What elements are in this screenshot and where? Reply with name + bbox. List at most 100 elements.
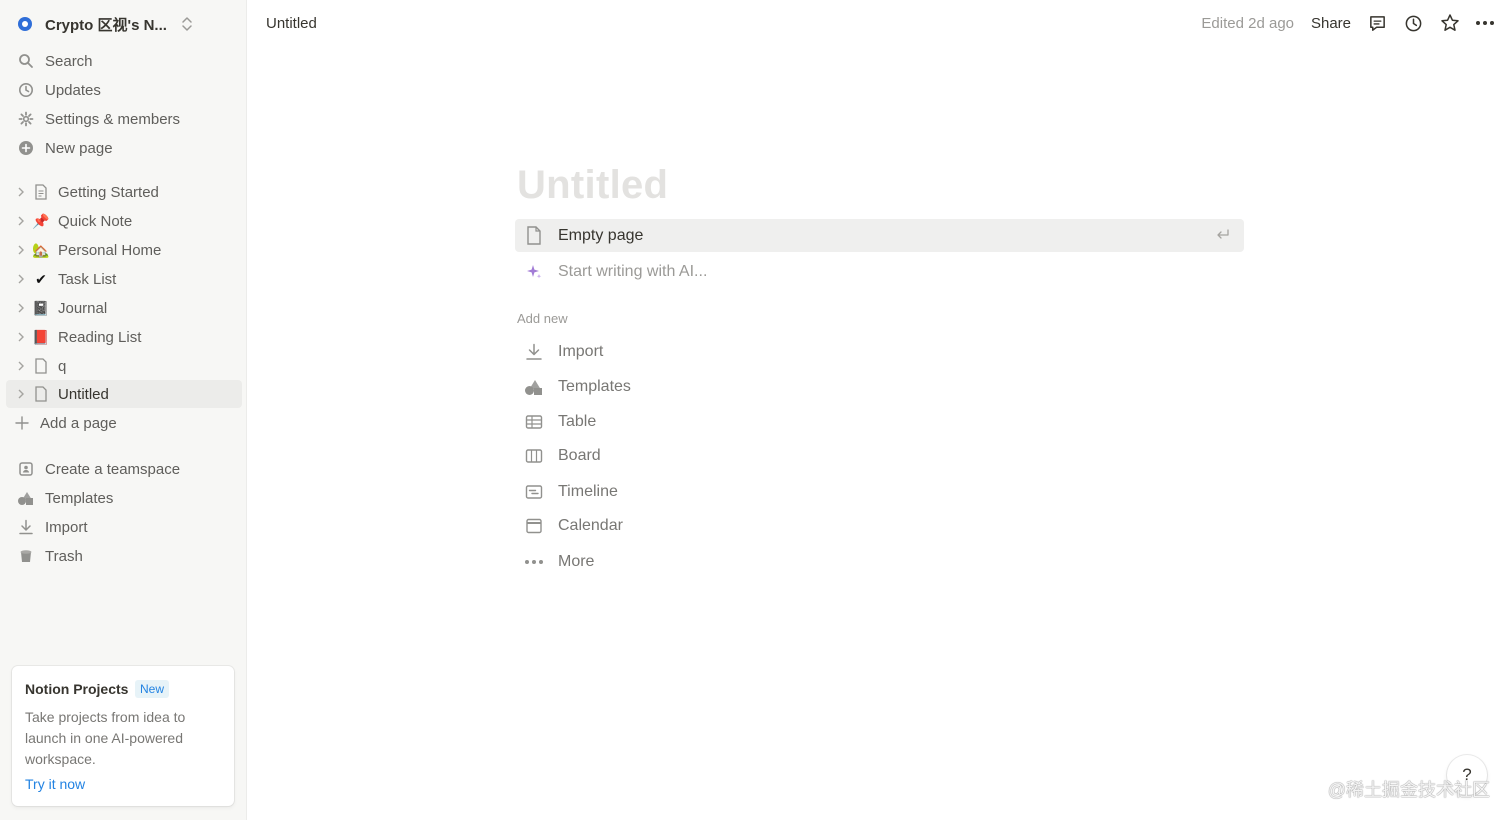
page-label: Getting Started — [58, 183, 159, 201]
board-icon — [523, 445, 545, 467]
calendar-icon — [523, 515, 545, 537]
promo-description: Take projects from idea to launch in one… — [25, 709, 186, 767]
empty-page-label: Empty page — [558, 226, 644, 244]
page-label: Journal — [58, 299, 108, 317]
sidebar-new-page[interactable]: New page — [10, 134, 236, 162]
chevron-right-icon[interactable] — [14, 359, 28, 373]
ai-writing-label: Start writing with AI... — [558, 262, 708, 280]
history-icon[interactable] — [1402, 12, 1424, 34]
chevron-right-icon[interactable] — [14, 330, 28, 344]
table-label: Table — [558, 413, 597, 430]
share-button[interactable]: Share — [1311, 15, 1351, 32]
sidebar-settings-label: Settings & members — [45, 110, 181, 128]
pushpin-icon: 📌 — [32, 212, 50, 229]
templates-label: Templates — [558, 378, 631, 395]
clock-icon — [17, 81, 35, 99]
page-label: Quick Note — [58, 212, 133, 230]
star-icon[interactable] — [1439, 12, 1461, 34]
house-icon: 🏡 — [32, 241, 50, 258]
add-new-timeline[interactable]: Timeline — [515, 477, 815, 507]
add-new-calendar[interactable]: Calendar — [515, 511, 815, 541]
timeline-icon — [523, 481, 545, 503]
chevron-right-icon[interactable] — [14, 301, 28, 315]
sidebar-page-journal[interactable]: 📓 Journal — [6, 294, 242, 322]
add-page-label: Add a page — [40, 414, 117, 432]
sidebar-page-task-list[interactable]: ✔ Task List — [6, 265, 242, 293]
sidebar: Crypto 区视's N... Search Updates Settings… — [0, 0, 247, 820]
sparkle-icon — [523, 261, 545, 283]
sidebar-create-teamspace[interactable]: Create a teamspace — [10, 455, 236, 483]
page-label: Reading List — [58, 328, 142, 346]
sidebar-page-q[interactable]: q — [6, 352, 242, 380]
sidebar-import[interactable]: Import — [10, 513, 236, 541]
create-teamspace-label: Create a teamspace — [45, 460, 181, 478]
trash-icon — [17, 547, 35, 565]
search-icon — [17, 52, 35, 70]
chevron-right-icon[interactable] — [14, 185, 28, 199]
chevron-right-icon[interactable] — [14, 214, 28, 228]
add-new-table[interactable]: Table — [515, 407, 815, 437]
workspace-switcher[interactable]: Crypto 区视's N... — [10, 9, 196, 39]
watermark: @稀土掘金技术社区 — [1327, 780, 1490, 800]
page-icon — [32, 183, 50, 201]
checkmark-icon: ✔ — [35, 270, 47, 287]
page-label: Personal Home — [58, 241, 162, 259]
table-icon — [523, 411, 545, 433]
chevron-right-icon[interactable] — [14, 272, 28, 286]
promo-title: Notion Projects — [25, 681, 129, 697]
teamspace-icon — [17, 460, 35, 478]
ai-writing-option[interactable]: Start writing with AI... — [515, 255, 1244, 288]
add-new-heading: Add new — [517, 311, 568, 326]
sidebar-templates[interactable]: Templates — [10, 484, 236, 512]
add-new-more[interactable]: More — [515, 547, 815, 577]
breadcrumb[interactable]: Untitled — [266, 15, 317, 32]
return-key-icon — [1216, 228, 1230, 246]
page-title-placeholder[interactable]: Untitled — [517, 163, 668, 208]
timeline-label: Timeline — [558, 483, 618, 500]
chevron-updown-icon[interactable] — [181, 16, 193, 32]
workspace-name: Crypto 区视's N... — [45, 16, 167, 34]
sidebar-new-page-label: New page — [45, 139, 113, 157]
chevron-right-icon[interactable] — [14, 387, 28, 401]
sidebar-settings[interactable]: Settings & members — [10, 105, 236, 133]
comment-icon[interactable] — [1366, 12, 1388, 34]
sidebar-search[interactable]: Search — [10, 47, 236, 75]
trash-label: Trash — [45, 547, 83, 565]
plus-icon — [13, 414, 31, 432]
add-page-button[interactable]: Add a page — [6, 409, 232, 437]
sidebar-trash[interactable]: Trash — [10, 542, 236, 570]
page-label: Task List — [58, 270, 117, 288]
import-label: Import — [45, 518, 88, 536]
workspace-logo-icon — [18, 17, 32, 31]
sidebar-updates-label: Updates — [45, 81, 101, 99]
sidebar-updates[interactable]: Updates — [10, 76, 236, 104]
topbar: Untitled Edited 2d ago Share — [247, 0, 1512, 46]
add-new-templates[interactable]: Templates — [515, 372, 815, 402]
chevron-right-icon[interactable] — [14, 243, 28, 257]
sidebar-page-personal-home[interactable]: 🏡 Personal Home — [6, 236, 242, 264]
plus-circle-icon — [17, 139, 35, 157]
download-icon — [17, 518, 35, 536]
try-it-now-link[interactable]: Try it now — [25, 776, 85, 792]
promo-card: Notion Projects New Take projects from i… — [12, 666, 234, 806]
book-icon: 📕 — [32, 328, 50, 345]
add-new-board[interactable]: Board — [515, 441, 815, 471]
edited-status: Edited 2d ago — [1201, 15, 1294, 32]
sidebar-page-reading-list[interactable]: 📕 Reading List — [6, 323, 242, 351]
calendar-label: Calendar — [558, 517, 623, 534]
notebook-icon: 📓 — [32, 299, 50, 316]
sidebar-page-getting-started[interactable]: Getting Started — [6, 178, 242, 206]
empty-page-option[interactable]: Empty page — [515, 219, 1244, 252]
add-new-import[interactable]: Import — [515, 337, 815, 367]
page-icon — [523, 225, 545, 247]
gear-icon — [17, 110, 35, 128]
sidebar-page-quick-note[interactable]: 📌 Quick Note — [6, 207, 242, 235]
shapes-icon — [523, 376, 545, 398]
more-icon[interactable] — [1474, 12, 1496, 34]
page-icon — [32, 357, 50, 375]
more-label: More — [558, 553, 595, 570]
sidebar-page-untitled[interactable]: Untitled — [6, 380, 242, 408]
more-icon — [523, 551, 545, 573]
board-label: Board — [558, 447, 601, 464]
page-label: q — [58, 357, 67, 375]
